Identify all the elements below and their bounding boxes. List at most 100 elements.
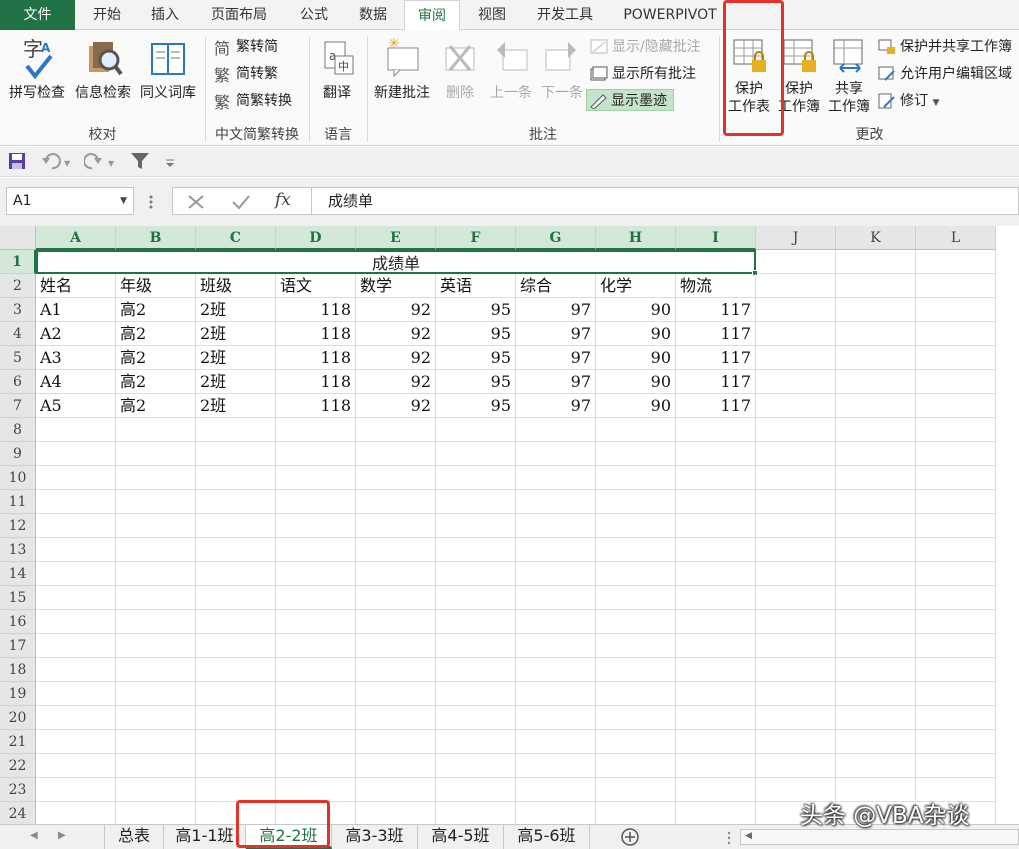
cell[interactable]: [676, 682, 756, 706]
header-cell[interactable]: 化学: [596, 274, 676, 298]
data-cell[interactable]: 2班: [196, 346, 276, 370]
cell[interactable]: [356, 778, 436, 802]
tab-developer[interactable]: 开发工具: [524, 0, 606, 30]
cell[interactable]: [356, 610, 436, 634]
cell[interactable]: [436, 802, 516, 824]
cell[interactable]: [436, 418, 516, 442]
cell[interactable]: [756, 682, 836, 706]
data-cell[interactable]: 90: [596, 394, 676, 418]
cell[interactable]: [116, 442, 196, 466]
cell[interactable]: [36, 730, 116, 754]
cell[interactable]: [836, 442, 916, 466]
cell[interactable]: [916, 418, 996, 442]
chinese-conversion-button[interactable]: 繁 简繁转换: [212, 90, 292, 112]
simplified-to-traditional-button[interactable]: 繁 简转繁: [212, 63, 278, 85]
data-cell[interactable]: 92: [356, 346, 436, 370]
column-header[interactable]: G: [516, 226, 596, 250]
cell[interactable]: [196, 442, 276, 466]
cell[interactable]: [756, 250, 836, 274]
cell[interactable]: [516, 754, 596, 778]
cell[interactable]: [676, 442, 756, 466]
spell-check-button[interactable]: 字A 拼写检查: [6, 36, 68, 102]
data-cell[interactable]: 118: [276, 298, 356, 322]
cell[interactable]: [356, 514, 436, 538]
data-cell[interactable]: A2: [36, 322, 116, 346]
cell[interactable]: [836, 370, 916, 394]
data-cell[interactable]: 117: [676, 322, 756, 346]
cell[interactable]: [676, 730, 756, 754]
data-cell[interactable]: 2班: [196, 394, 276, 418]
cell[interactable]: [836, 634, 916, 658]
scroll-left-icon[interactable]: ◀: [30, 830, 38, 841]
cell[interactable]: [436, 634, 516, 658]
row-header[interactable]: 2: [0, 274, 36, 298]
cell[interactable]: [436, 562, 516, 586]
tab-powerpivot[interactable]: POWERPIVOT: [614, 0, 726, 30]
row-header[interactable]: 21: [0, 730, 36, 754]
formula-input[interactable]: 成绩单: [312, 187, 1019, 215]
data-cell[interactable]: 92: [356, 322, 436, 346]
cell[interactable]: [276, 562, 356, 586]
sheet-tab-summary[interactable]: 总表: [104, 825, 164, 849]
tab-formulas[interactable]: 公式: [288, 0, 340, 30]
cell[interactable]: [516, 778, 596, 802]
cell[interactable]: [196, 562, 276, 586]
column-header[interactable]: K: [836, 226, 916, 250]
cell[interactable]: [516, 634, 596, 658]
tab-file[interactable]: 文件: [0, 0, 75, 30]
cell[interactable]: [756, 346, 836, 370]
cell[interactable]: [836, 490, 916, 514]
data-cell[interactable]: 97: [516, 322, 596, 346]
cell[interactable]: [756, 370, 836, 394]
cell[interactable]: [516, 466, 596, 490]
cell[interactable]: [116, 418, 196, 442]
cell[interactable]: [836, 658, 916, 682]
cell[interactable]: [756, 730, 836, 754]
cell[interactable]: [516, 586, 596, 610]
cell[interactable]: [756, 322, 836, 346]
data-cell[interactable]: 92: [356, 298, 436, 322]
cell[interactable]: [356, 466, 436, 490]
cell[interactable]: [836, 514, 916, 538]
row-header[interactable]: 22: [0, 754, 36, 778]
cell[interactable]: [276, 466, 356, 490]
data-cell[interactable]: 95: [436, 346, 516, 370]
row-header[interactable]: 10: [0, 466, 36, 490]
data-cell[interactable]: 高2: [116, 394, 196, 418]
title-cell[interactable]: 成绩单: [36, 250, 756, 274]
cell[interactable]: [516, 682, 596, 706]
cell[interactable]: [196, 682, 276, 706]
cell[interactable]: [676, 634, 756, 658]
cell[interactable]: [36, 634, 116, 658]
cell[interactable]: [916, 634, 996, 658]
cell[interactable]: [596, 730, 676, 754]
cell[interactable]: [596, 658, 676, 682]
data-cell[interactable]: 90: [596, 346, 676, 370]
cell[interactable]: [196, 466, 276, 490]
header-cell[interactable]: 语文: [276, 274, 356, 298]
cell[interactable]: [916, 322, 996, 346]
previous-comment-button[interactable]: 上一条: [486, 36, 536, 102]
cell[interactable]: [436, 706, 516, 730]
cell[interactable]: [36, 658, 116, 682]
data-cell[interactable]: 97: [516, 346, 596, 370]
add-sheet-icon[interactable]: [620, 827, 640, 847]
column-header[interactable]: D: [276, 226, 356, 250]
row-header[interactable]: 15: [0, 586, 36, 610]
more-options-icon[interactable]: [148, 194, 154, 210]
cell[interactable]: [756, 634, 836, 658]
cell[interactable]: [916, 658, 996, 682]
header-cell[interactable]: 数学: [356, 274, 436, 298]
cell[interactable]: [356, 442, 436, 466]
cell[interactable]: [916, 562, 996, 586]
row-header[interactable]: 11: [0, 490, 36, 514]
cell[interactable]: [276, 730, 356, 754]
cell[interactable]: [836, 586, 916, 610]
show-hide-comment-button[interactable]: 显示/隐藏批注: [588, 36, 701, 58]
cell[interactable]: [916, 274, 996, 298]
data-cell[interactable]: 117: [676, 370, 756, 394]
row-header[interactable]: 13: [0, 538, 36, 562]
data-cell[interactable]: 92: [356, 370, 436, 394]
cell[interactable]: [916, 370, 996, 394]
data-cell[interactable]: 118: [276, 394, 356, 418]
